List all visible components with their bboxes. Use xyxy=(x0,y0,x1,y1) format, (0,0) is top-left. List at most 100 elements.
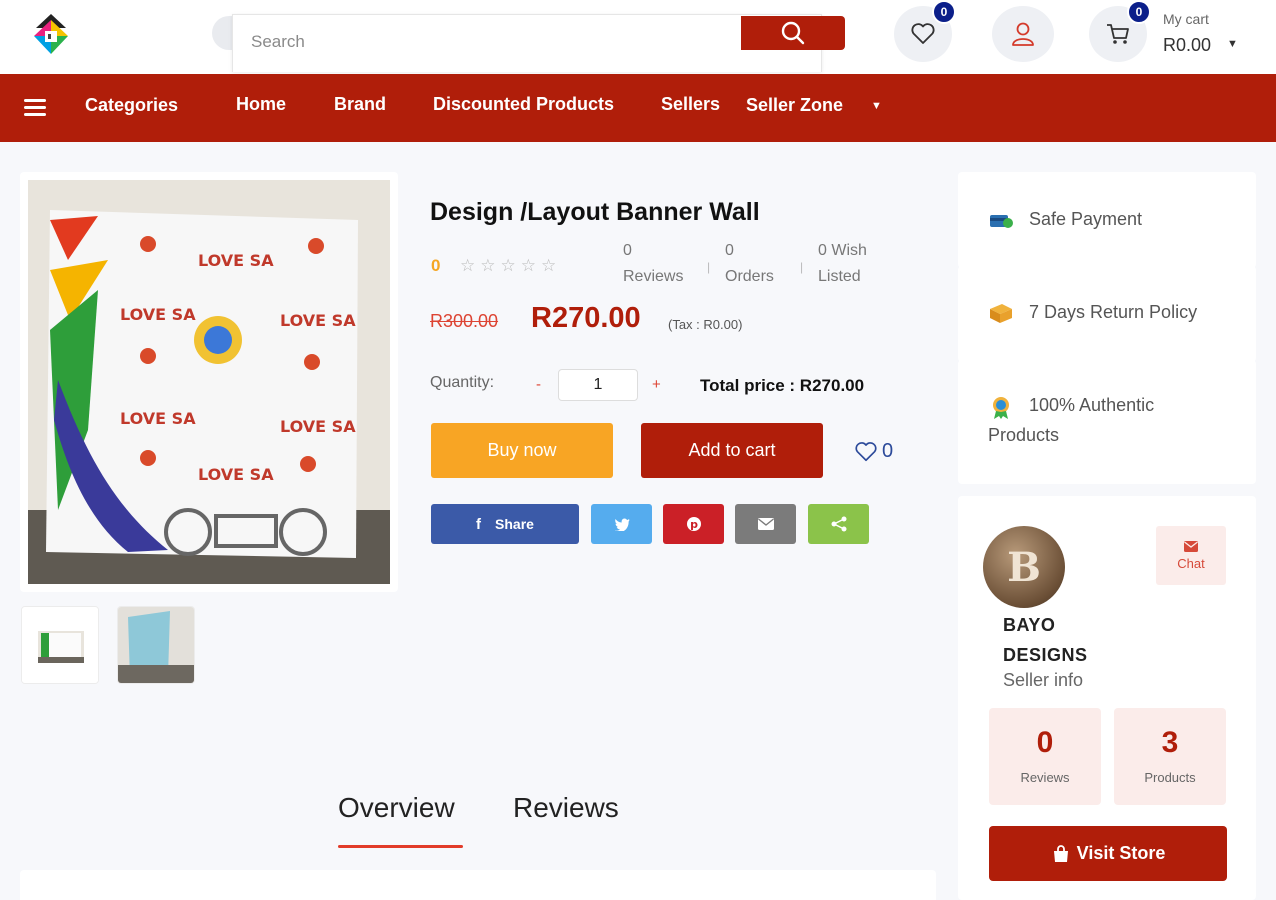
facebook-icon: f xyxy=(476,515,482,533)
top-header: 0 0 My cart R0.00 ▼ xyxy=(0,0,1276,74)
user-icon xyxy=(1012,22,1034,46)
tab-reviews[interactable]: Reviews xyxy=(513,792,619,824)
authentic-products-label: 100% Authentic Products xyxy=(988,390,1154,450)
account-button[interactable] xyxy=(992,6,1054,62)
divider: | xyxy=(800,260,804,274)
seller-reviews-stat: 0 Reviews xyxy=(989,708,1101,805)
return-box-icon xyxy=(988,302,1014,329)
heart-icon xyxy=(911,23,935,44)
orders-stat: 0 Orders xyxy=(725,238,774,290)
search-icon xyxy=(781,21,805,45)
sharethis-share-button[interactable] xyxy=(808,504,869,544)
product-thumbnail[interactable] xyxy=(21,606,99,684)
email-icon xyxy=(757,518,774,530)
seller-avatar[interactable]: B xyxy=(983,526,1065,608)
quantity-increase-button[interactable]: + xyxy=(652,376,661,393)
buy-now-button[interactable]: Buy now xyxy=(431,423,613,478)
tab-content-panel xyxy=(20,870,936,900)
seller-name-line-1: BAYO xyxy=(1003,615,1056,635)
nav-seller-zone[interactable]: Seller Zone xyxy=(746,95,843,116)
nav-categories[interactable]: Categories xyxy=(85,95,178,116)
search-box xyxy=(232,14,822,72)
share-icon xyxy=(831,516,846,532)
reviews-count: 0 xyxy=(623,242,632,259)
authentic-line-1: 100% Authentic xyxy=(1029,395,1155,415)
menu-icon[interactable] xyxy=(24,99,46,117)
authentic-line-2: Products xyxy=(988,425,1060,445)
svg-text:LOVE SA: LOVE SA xyxy=(280,417,356,436)
caret-down-icon[interactable]: ▼ xyxy=(871,100,882,112)
quantity-decrease-button[interactable]: - xyxy=(536,376,541,393)
nav-sellers[interactable]: Sellers xyxy=(661,94,720,115)
safe-payment-label: Safe Payment xyxy=(1029,209,1143,229)
product-title: Design /Layout Banner Wall xyxy=(430,198,760,226)
seller-name-line-2: DESIGNS xyxy=(1003,645,1088,665)
product-thumbnail[interactable] xyxy=(117,606,195,684)
search-input[interactable] xyxy=(251,27,731,57)
orders-label: Orders xyxy=(725,268,774,285)
nav-brand[interactable]: Brand xyxy=(334,94,386,115)
active-tab-indicator xyxy=(338,845,463,848)
add-to-wishlist-button[interactable]: 0 xyxy=(854,440,893,463)
twitter-share-button[interactable] xyxy=(591,504,652,544)
seller-info-label: Seller info xyxy=(1003,670,1084,690)
reviews-stat[interactable]: 0 Reviews xyxy=(623,238,683,290)
divider: | xyxy=(707,260,711,274)
svg-text:LOVE SA: LOVE SA xyxy=(280,311,356,330)
wish-label: Listed xyxy=(818,268,861,285)
twitter-icon xyxy=(614,518,629,531)
heart-icon xyxy=(855,441,877,461)
svg-text:p: p xyxy=(690,518,698,531)
cart-badge: 0 xyxy=(1127,0,1151,24)
email-icon xyxy=(1184,540,1198,552)
return-policy-label: 7 Days Return Policy xyxy=(1029,302,1198,322)
product-gallery: LOVE SA LOVE SA LOVE SA LOVE SA LOVE SA … xyxy=(20,172,398,592)
seller-name[interactable]: BAYO DESIGNS xyxy=(1003,610,1153,670)
tab-overview[interactable]: Overview xyxy=(338,792,455,824)
rating-stars: ☆☆☆☆☆ xyxy=(460,256,562,275)
rating-value: 0 xyxy=(431,256,441,275)
seller-products-stat: 3 Products xyxy=(1114,708,1226,805)
email-share-button[interactable] xyxy=(735,504,796,544)
safe-payment-icon xyxy=(988,210,1014,235)
old-price: R300.00 xyxy=(430,311,499,331)
seller-products-count: 3 xyxy=(1161,726,1179,759)
svg-text:LOVE SA: LOVE SA xyxy=(198,465,274,484)
reviews-label: Reviews xyxy=(623,268,684,285)
safe-payment-card: Safe Payment xyxy=(958,172,1256,268)
svg-text:LOVE SA: LOVE SA xyxy=(120,305,196,324)
total-price: Total price : R270.00 xyxy=(700,376,865,395)
orders-count: 0 xyxy=(725,242,734,259)
site-logo[interactable] xyxy=(26,10,76,60)
wishlist-stat: 0 Wish Listed xyxy=(818,238,867,290)
wishlist-button[interactable]: 0 xyxy=(894,0,956,62)
seller-reviews-count: 0 xyxy=(1036,726,1054,759)
nav-home[interactable]: Home xyxy=(236,94,286,115)
wishlist-count: 0 xyxy=(882,440,894,462)
pinterest-share-button[interactable]: p xyxy=(663,504,724,544)
store-icon xyxy=(1053,844,1068,862)
chat-button[interactable]: Chat xyxy=(1156,526,1226,585)
authentic-products-card: 100% Authentic Products xyxy=(958,360,1256,484)
tax-info: (Tax : R0.00) xyxy=(668,317,743,332)
cart-total[interactable]: R0.00 xyxy=(1163,35,1211,56)
wish-count: 0 Wish xyxy=(818,242,867,259)
pinterest-icon: p xyxy=(686,517,701,531)
wishlist-badge: 0 xyxy=(932,0,956,24)
caret-down-icon[interactable]: ▼ xyxy=(1227,38,1238,50)
search-bar xyxy=(212,14,846,74)
cart-label: My cart xyxy=(1163,11,1209,27)
seller-card: B Chat BAYO DESIGNS Seller info 0 Review… xyxy=(958,496,1256,900)
facebook-share-button[interactable]: f Share xyxy=(431,504,579,544)
add-to-cart-button[interactable]: Add to cart xyxy=(641,423,823,478)
return-policy-card: 7 Days Return Policy xyxy=(958,266,1256,362)
cart-button[interactable]: 0 xyxy=(1089,0,1151,62)
search-button[interactable] xyxy=(741,16,845,50)
nav-discounted-products[interactable]: Discounted Products xyxy=(433,94,614,115)
visit-store-button[interactable]: Visit Store xyxy=(989,826,1227,881)
chat-label: Chat xyxy=(1177,555,1205,571)
facebook-share-label: Share xyxy=(495,516,534,532)
cart-icon xyxy=(1107,24,1129,44)
product-main-image[interactable]: LOVE SA LOVE SA LOVE SA LOVE SA LOVE SA … xyxy=(28,180,390,584)
quantity-input[interactable] xyxy=(558,369,638,401)
